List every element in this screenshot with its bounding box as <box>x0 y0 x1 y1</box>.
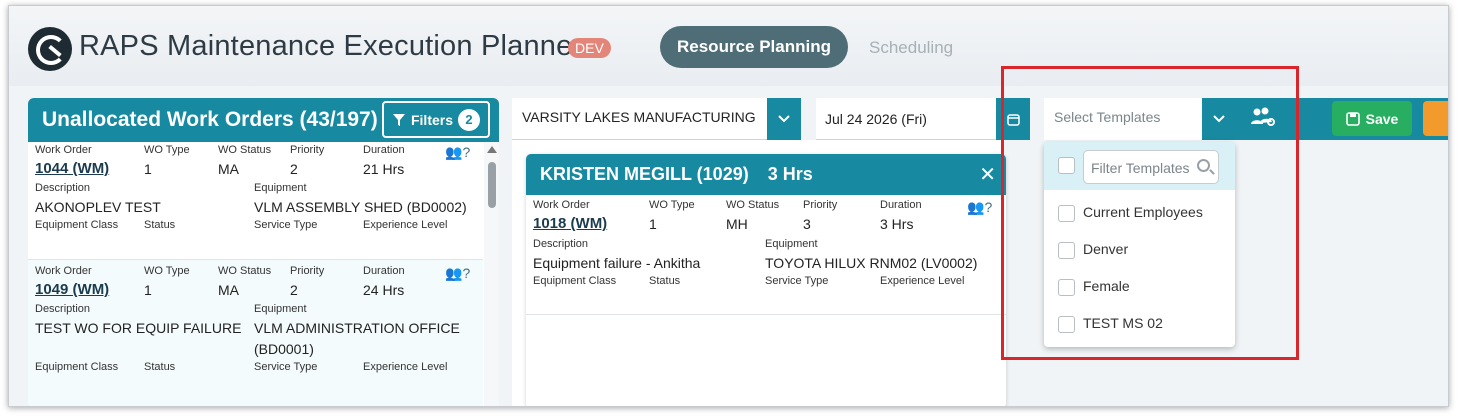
label-description: Description <box>35 303 91 315</box>
label-experience-level: Experience Level <box>363 361 448 373</box>
label-service-type: Service Type <box>254 361 318 373</box>
save-button[interactable]: Save <box>1332 101 1412 136</box>
description-value: AKONOPLEV TEST <box>35 199 161 215</box>
label-wo-type: WO Type <box>144 144 190 156</box>
label-priority: Priority <box>803 199 838 211</box>
save-label: Save <box>1365 110 1399 127</box>
wo-status-value: MA <box>218 282 239 298</box>
label-equipment: Equipment <box>765 238 818 250</box>
app-title: RAPS Maintenance Execution Planner <box>79 30 583 62</box>
tab-resource-planning[interactable]: Resource Planning <box>660 26 848 68</box>
env-badge: DEV <box>568 38 611 58</box>
list-item[interactable]: Work Order WO Type WO Status Priority Du… <box>28 260 483 406</box>
resource-card: KRISTEN MEGILL (1029) 3 Hrs ✕ Work Order… <box>526 154 1006 406</box>
resource-hours: 3 Hrs <box>767 164 813 184</box>
label-service-type: Service Type <box>254 219 318 231</box>
wo-status-value: MH <box>726 216 748 232</box>
label-wo-status: WO Status <box>218 265 272 277</box>
label-service-type: Service Type <box>765 275 829 287</box>
label-equipment: Equipment <box>254 182 307 194</box>
equipment-value: TOYOTA HILUX RNM02 (LV0002) <box>765 255 978 271</box>
delete-button[interactable] <box>1423 101 1448 136</box>
label-duration: Duration <box>880 199 922 211</box>
work-order-link[interactable]: 1018 (WM) <box>533 215 607 232</box>
list-item[interactable]: Work Order WO Type WO Status Priority Du… <box>28 142 483 260</box>
highlight-annotation <box>1001 66 1299 360</box>
label-equipment: Equipment <box>254 303 307 315</box>
filters-button[interactable]: Filters 2 <box>382 101 490 138</box>
work-order-link[interactable]: 1044 (WM) <box>35 160 109 177</box>
label-description: Description <box>533 238 589 250</box>
site-select[interactable]: VARSITY LAKES MANUFACTURING <box>512 98 767 140</box>
label-experience-level: Experience Level <box>363 219 448 231</box>
label-wo-type: WO Type <box>144 265 190 277</box>
date-picker-input[interactable]: Jul 24 2026 (Fri) <box>816 98 996 140</box>
label-equipment-class: Equipment Class <box>35 361 119 373</box>
floppy-disk-icon <box>1345 111 1360 126</box>
app-window: RAPS Maintenance Execution Planner DEV R… <box>8 5 1449 407</box>
label-work-order: Work Order <box>533 199 590 211</box>
assign-people-icon[interactable]: 👥? <box>967 199 992 216</box>
table-row[interactable]: Work Order WO Type WO Status Priority Du… <box>526 195 1006 315</box>
label-wo-type: WO Type <box>649 199 695 211</box>
work-order-list: Work Order WO Type WO Status Priority Du… <box>28 142 483 406</box>
filters-label: Filters <box>410 111 453 128</box>
label-status: Status <box>144 219 176 231</box>
equipment-value-line2: (BD0001) <box>254 341 314 357</box>
label-wo-status: WO Status <box>218 144 272 156</box>
label-status: Status <box>144 361 176 373</box>
label-experience-level: Experience Level <box>880 275 965 287</box>
assign-people-icon[interactable]: 👥? <box>445 265 470 282</box>
unallocated-work-orders-panel: Unallocated Work Orders (43/197) Filters… <box>28 98 499 406</box>
scroll-thumb[interactable] <box>488 162 496 208</box>
description-value: TEST WO FOR EQUIP FAILURE <box>35 320 242 336</box>
label-work-order: Work Order <box>35 144 92 156</box>
tab-scheduling[interactable]: Scheduling <box>869 38 953 58</box>
list-scrollbar[interactable] <box>484 142 499 406</box>
chevron-down-icon <box>778 115 790 123</box>
priority-value: 3 <box>803 216 811 232</box>
equipment-value: VLM ADMINISTRATION OFFICE <box>254 320 460 336</box>
label-status: Status <box>649 275 681 287</box>
duration-value: 24 Hrs <box>363 282 405 298</box>
label-equipment-class: Equipment Class <box>533 275 617 287</box>
label-equipment-class: Equipment Class <box>35 219 119 231</box>
label-duration: Duration <box>363 144 405 156</box>
duration-value: 21 Hrs <box>363 161 405 177</box>
wo-type-value: 1 <box>144 161 152 177</box>
work-order-link[interactable]: 1049 (WM) <box>35 281 109 298</box>
label-duration: Duration <box>363 265 405 277</box>
priority-value: 2 <box>290 161 298 177</box>
assign-people-icon[interactable]: 👥? <box>445 144 470 161</box>
resource-name: KRISTEN MEGILL (1029) <box>540 164 749 184</box>
panel-header: Unallocated Work Orders (43/197) Filters… <box>28 98 499 142</box>
raps-logo-icon <box>28 27 72 71</box>
label-work-order: Work Order <box>35 265 92 277</box>
close-icon[interactable]: ✕ <box>979 162 996 187</box>
filters-count-badge: 2 <box>458 108 480 131</box>
duration-value: 3 Hrs <box>880 216 914 232</box>
label-wo-status: WO Status <box>726 199 780 211</box>
scroll-up-icon[interactable] <box>487 146 497 153</box>
wo-status-value: MA <box>218 161 239 177</box>
label-priority: Priority <box>290 144 325 156</box>
funnel-icon <box>392 113 405 126</box>
label-description: Description <box>35 182 91 194</box>
priority-value: 2 <box>290 282 298 298</box>
wo-type-value: 1 <box>144 282 152 298</box>
label-priority: Priority <box>290 265 325 277</box>
equipment-value: VLM ASSEMBLY SHED (BD0002) <box>254 199 467 215</box>
description-value: Equipment failure - Ankitha <box>533 255 701 271</box>
site-dropdown-button[interactable] <box>767 98 801 140</box>
panel-title: Unallocated Work Orders (43/197) <box>42 108 378 131</box>
wo-type-value: 1 <box>649 216 657 232</box>
resource-header: KRISTEN MEGILL (1029) 3 Hrs ✕ <box>526 154 1006 195</box>
